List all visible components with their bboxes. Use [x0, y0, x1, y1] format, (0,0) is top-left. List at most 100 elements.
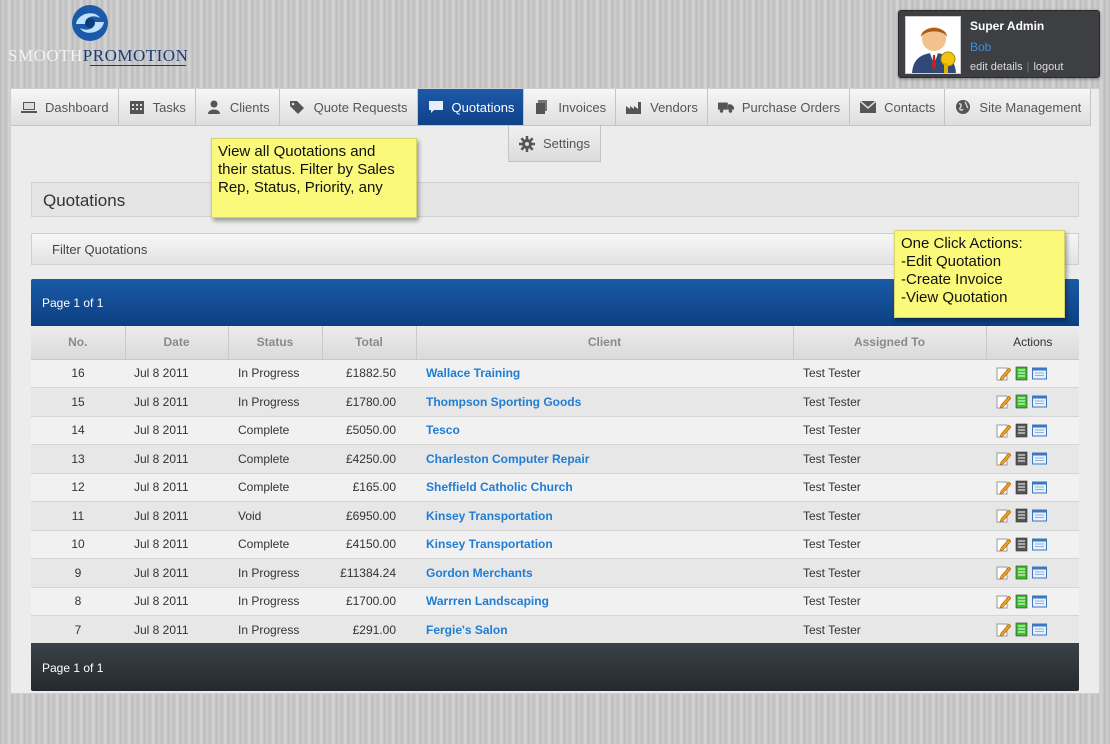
- column-header-status[interactable]: Status: [228, 326, 323, 360]
- edit-quotation-icon[interactable]: [996, 480, 1011, 495]
- tab-label: Dashboard: [45, 99, 109, 115]
- client-link[interactable]: Kinsey Transportation: [416, 530, 793, 559]
- cell-no: 10: [31, 530, 125, 559]
- brand-logo[interactable]: SMOOTHPROMOTION: [8, 4, 188, 66]
- column-header-no[interactable]: No.: [31, 326, 126, 360]
- main-nav: Dashboard Tasks Clients Quote Requests Q…: [11, 89, 1092, 126]
- edit-quotation-icon[interactable]: [996, 394, 1011, 409]
- create-invoice-icon[interactable]: [1014, 594, 1029, 609]
- create-invoice-icon[interactable]: [1014, 508, 1029, 523]
- cell-assigned-to: Test Tester: [793, 359, 986, 388]
- column-header-total[interactable]: Total: [322, 326, 417, 360]
- avatar: [905, 16, 961, 74]
- client-link[interactable]: Kinsey Transportation: [416, 501, 793, 531]
- tab-site-management[interactable]: Site Management: [945, 89, 1092, 126]
- create-invoice-icon[interactable]: [1014, 394, 1029, 409]
- create-invoice-icon[interactable]: [1014, 622, 1029, 637]
- tab-purchase-orders[interactable]: Purchase Orders: [707, 89, 851, 126]
- view-quotation-icon[interactable]: [1032, 622, 1047, 637]
- cell-status: Complete: [228, 416, 322, 445]
- edit-quotation-icon[interactable]: [996, 508, 1011, 523]
- cell-assigned-to: Test Tester: [793, 416, 986, 445]
- speech-bubble-icon: [428, 99, 444, 115]
- view-quotation-icon[interactable]: [1032, 423, 1047, 438]
- edit-quotation-icon[interactable]: [996, 594, 1011, 609]
- cell-actions: [986, 359, 1079, 388]
- view-quotation-icon[interactable]: [1032, 394, 1047, 409]
- documents-icon: [534, 99, 550, 115]
- edit-quotation-icon[interactable]: [996, 423, 1011, 438]
- client-link[interactable]: Wallace Training: [416, 359, 793, 388]
- page-title: Quotations: [31, 182, 1079, 217]
- column-header-client[interactable]: Client: [416, 326, 794, 360]
- table-row: 9 Jul 8 2011 In Progress £11384.24 Gordon Me…: [31, 558, 1079, 588]
- client-link[interactable]: Sheffield Catholic Church: [416, 473, 793, 502]
- tab-invoices[interactable]: Invoices: [524, 89, 617, 126]
- user-name-link[interactable]: Bob: [970, 40, 991, 54]
- create-invoice-icon[interactable]: [1014, 565, 1029, 580]
- edit-quotation-icon[interactable]: [996, 451, 1011, 466]
- view-quotation-icon[interactable]: [1032, 451, 1047, 466]
- create-invoice-icon[interactable]: [1014, 423, 1029, 438]
- edit-details-link[interactable]: edit details: [970, 61, 1023, 73]
- tab-quote-requests[interactable]: Quote Requests: [279, 89, 418, 126]
- edit-quotation-icon[interactable]: [996, 537, 1011, 552]
- view-quotation-icon[interactable]: [1032, 480, 1047, 495]
- table-row: 11 Jul 8 2011 Void £6950.00 Kinsey Transport…: [31, 501, 1079, 531]
- tab-clients[interactable]: Clients: [195, 89, 280, 126]
- view-quotation-icon[interactable]: [1032, 508, 1047, 523]
- view-quotation-icon[interactable]: [1032, 537, 1047, 552]
- cell-assigned-to: Test Tester: [793, 387, 986, 417]
- column-header-assigned[interactable]: Assigned To: [793, 326, 987, 360]
- column-header-date[interactable]: Date: [125, 326, 229, 360]
- client-link[interactable]: Charleston Computer Repair: [416, 444, 793, 474]
- cell-date: Jul 8 2011: [125, 387, 228, 417]
- view-quotation-icon[interactable]: [1032, 594, 1047, 609]
- client-link[interactable]: Tesco: [416, 416, 793, 445]
- logout-link[interactable]: logout: [1033, 61, 1063, 73]
- cell-status: Complete: [228, 473, 322, 502]
- table-row: 12 Jul 8 2011 Complete £165.00 Sheffield Cat…: [31, 473, 1079, 502]
- edit-quotation-icon[interactable]: [996, 565, 1011, 580]
- cell-status: In Progress: [228, 558, 322, 588]
- edit-quotation-icon[interactable]: [996, 622, 1011, 637]
- tab-label: Clients: [229, 99, 270, 115]
- factory-icon: [626, 99, 642, 115]
- tab-label: Site Management: [979, 99, 1082, 115]
- edit-quotation-icon[interactable]: [996, 366, 1011, 381]
- cell-status: In Progress: [228, 615, 322, 645]
- cell-date: Jul 8 2011: [125, 359, 228, 388]
- tab-label: Quote Requests: [313, 99, 408, 115]
- create-invoice-icon[interactable]: [1014, 537, 1029, 552]
- client-link[interactable]: Fergie's Salon: [416, 615, 793, 645]
- client-link[interactable]: Gordon Merchants: [416, 558, 793, 588]
- calendar-icon: [129, 99, 145, 115]
- view-quotation-icon[interactable]: [1032, 565, 1047, 580]
- tab-label: Invoices: [558, 99, 607, 115]
- cell-total: £5050.00: [322, 416, 416, 445]
- table-header-row: No. Date Status Total Client Assigned To…: [31, 326, 1079, 360]
- create-invoice-icon[interactable]: [1014, 451, 1029, 466]
- cell-no: 11: [31, 501, 125, 531]
- cell-assigned-to: Test Tester: [793, 530, 986, 559]
- table-row: 8 Jul 8 2011 In Progress £1700.00 Warrren La…: [31, 587, 1079, 616]
- client-link[interactable]: Thompson Sporting Goods: [416, 387, 793, 417]
- tab-contacts[interactable]: Contacts: [850, 89, 946, 126]
- tab-tasks[interactable]: Tasks: [118, 89, 196, 126]
- cell-assigned-to: Test Tester: [793, 615, 986, 645]
- view-quotation-icon[interactable]: [1032, 366, 1047, 381]
- client-link[interactable]: Warrren Landscaping: [416, 587, 793, 616]
- user-icon: [206, 99, 222, 115]
- main-panel: Dashboard Tasks Clients Quote Requests Q…: [10, 88, 1100, 694]
- cell-date: Jul 8 2011: [125, 587, 228, 616]
- create-invoice-icon[interactable]: [1014, 480, 1029, 495]
- table-row: 7 Jul 8 2011 In Progress £291.00 Fergie's Sa…: [31, 615, 1079, 645]
- table-row: 15 Jul 8 2011 In Progress £1780.00 Thompson …: [31, 387, 1079, 417]
- subtab-settings[interactable]: Settings: [508, 126, 601, 162]
- user-panel: Super Admin Bob edit details | logout: [898, 10, 1100, 78]
- tab-quotations[interactable]: Quotations: [417, 89, 525, 126]
- create-invoice-icon[interactable]: [1014, 366, 1029, 381]
- tab-dashboard[interactable]: Dashboard: [11, 89, 119, 126]
- tab-vendors[interactable]: Vendors: [616, 89, 708, 126]
- tags-icon: [289, 99, 306, 115]
